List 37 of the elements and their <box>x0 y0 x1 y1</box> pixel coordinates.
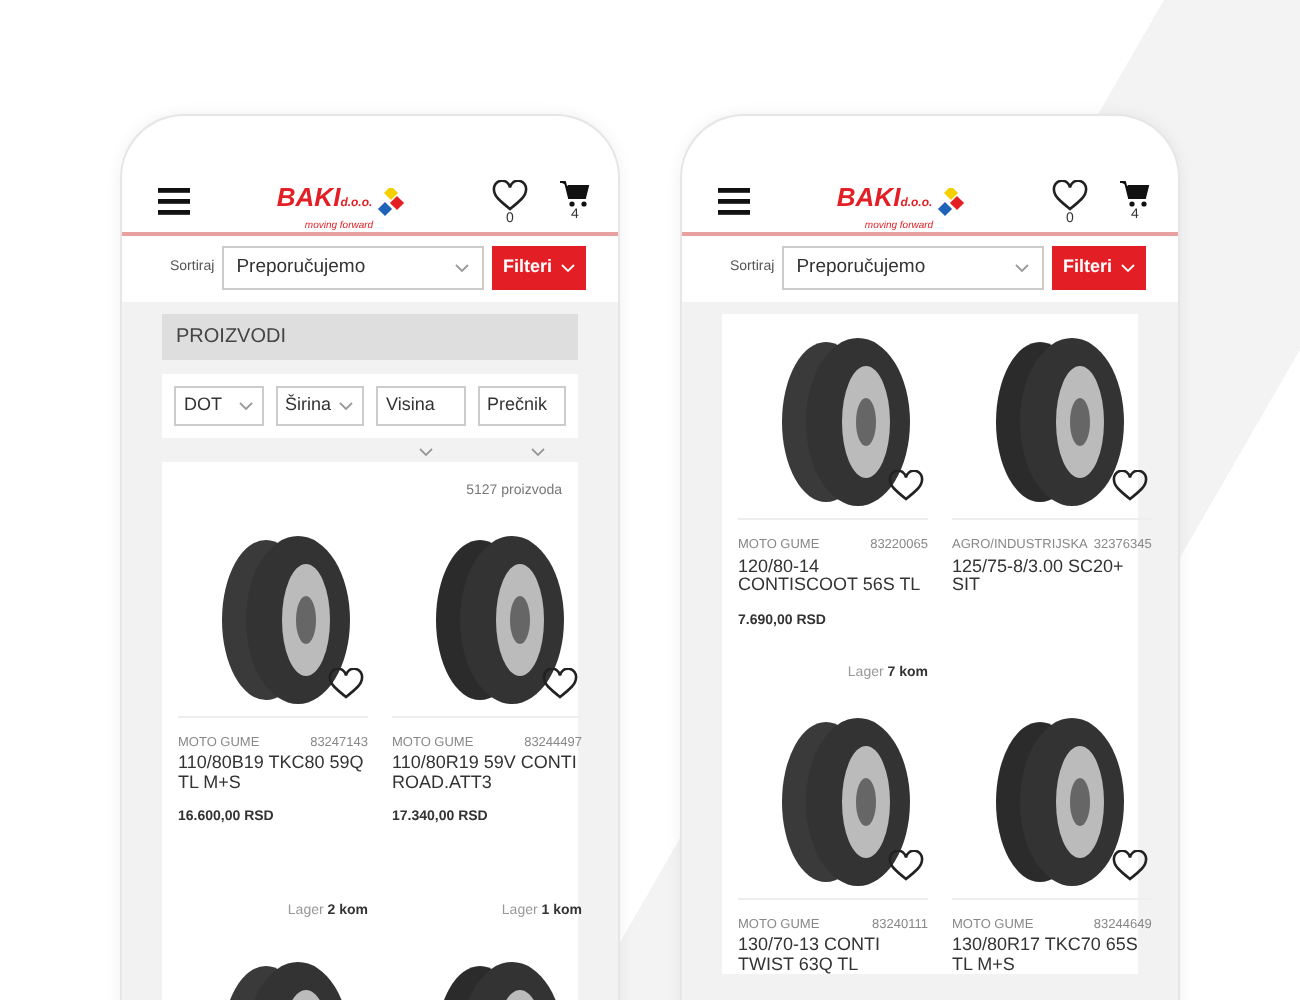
sort-dropdown[interactable]: Preporučujemo <box>782 246 1045 291</box>
chevron-icon <box>530 446 546 459</box>
product-name[interactable]: 110/80R19 59V CONTI ROAD.ATT3 <box>392 754 582 793</box>
chevron-icon <box>454 262 471 275</box>
cart-icon <box>1120 179 1150 208</box>
diamonds-icon <box>933 187 966 218</box>
heart-icon[interactable] <box>542 667 578 700</box>
filter-dropdown[interactable]: Prečnik <box>477 386 566 427</box>
section-heading: PROIZVODI <box>162 314 578 361</box>
product-name[interactable]: 110/80B19 TKC80 59Q TL M+S <box>178 754 368 793</box>
filter-button[interactable]: Filteri <box>1052 246 1146 291</box>
cart-icon <box>560 179 590 208</box>
filter-dropdown[interactable]: DOT <box>174 386 263 427</box>
filter-button[interactable]: Filteri <box>492 246 586 291</box>
chevron-icon <box>418 446 434 459</box>
product-name[interactable]: 120/80-14 CONTISCOOT 56S TL <box>738 557 928 596</box>
chevron-icon <box>237 400 253 413</box>
filter-dropdown[interactable]: Širina <box>275 386 364 427</box>
chevron-icon <box>1120 262 1136 275</box>
heart-icon[interactable] <box>1111 470 1148 503</box>
diamonds-icon <box>373 187 406 218</box>
menu-icon[interactable] <box>158 188 190 217</box>
heart-icon[interactable] <box>1111 849 1148 882</box>
product-name[interactable]: 125/75-8/3.00 SC20+ SIT <box>952 557 1152 596</box>
heart-icon[interactable] <box>888 470 924 503</box>
chevron-icon <box>338 400 354 413</box>
chevron-icon <box>560 262 576 275</box>
product-name[interactable]: 130/70-13 CONTI TWIST 63Q TL <box>738 936 928 975</box>
heart-icon <box>1052 179 1088 212</box>
menu-icon[interactable] <box>718 188 750 217</box>
chevron-icon <box>1014 262 1031 275</box>
heart-icon[interactable] <box>888 849 924 882</box>
product-name[interactable]: 130/80R17 TKC70 65S TL M+S <box>952 936 1152 975</box>
heart-icon <box>492 179 528 212</box>
heart-icon[interactable] <box>328 667 364 700</box>
filter-dropdown[interactable]: Visina <box>376 386 465 427</box>
sort-dropdown[interactable]: Preporučujemo <box>222 246 485 291</box>
